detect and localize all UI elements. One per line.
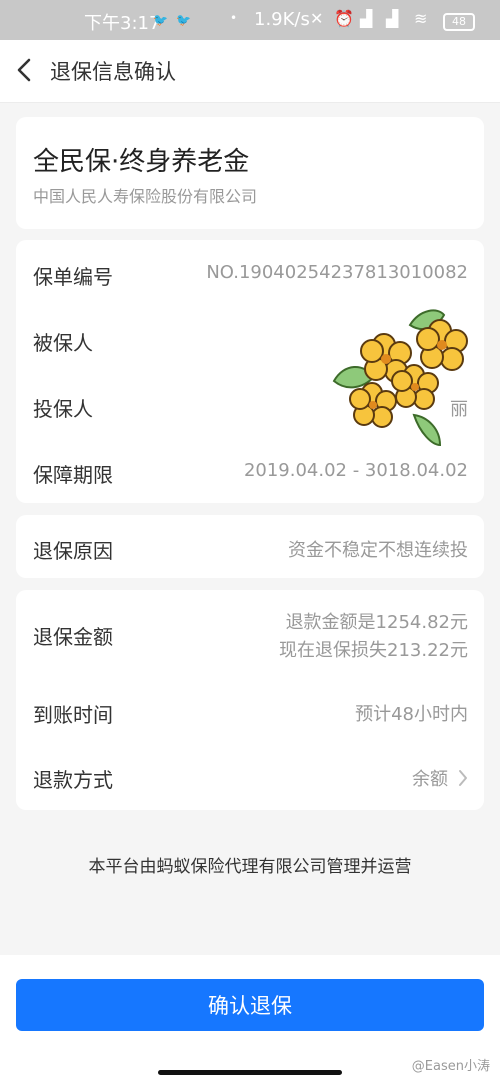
surrender-reason-label: 退保原因 xyxy=(33,539,113,563)
flower-icon xyxy=(349,319,468,428)
refund-card: 退保金额 退款金额是1254.82元 现在退保损失213.22元 到账时间 预计… xyxy=(16,590,484,810)
confirm-surrender-button[interactable]: 确认退保 xyxy=(16,979,484,1031)
insured-label: 被保人 xyxy=(33,331,93,355)
chevron-right-icon xyxy=(458,769,468,792)
mute-icon: ✕ xyxy=(310,9,324,28)
arrival-time-value: 预计48小时内 xyxy=(355,704,468,725)
insurer-name: 中国人民人寿保险股份有限公司 xyxy=(33,187,258,206)
alarm-icon: ⏰ xyxy=(334,9,354,28)
wifi-icon: ≋ xyxy=(414,9,428,28)
bottom-bar: 确认退保 @Easen小涛 xyxy=(0,955,500,1083)
refund-method-value: 余额 xyxy=(412,769,448,790)
signal-hd-icon: ▟ xyxy=(360,9,373,28)
arrival-time-label: 到账时间 xyxy=(33,703,113,727)
battery-icon: 48 xyxy=(443,13,475,31)
surrender-amount-label: 退保金额 xyxy=(33,625,113,649)
product-name: 全民保·终身养老金 xyxy=(33,147,250,177)
dot-icon: • xyxy=(230,11,238,25)
nav-bar: 退保信息确认 xyxy=(0,40,500,103)
policy-number-value: NO.19040254237813010082 xyxy=(206,262,468,283)
refund-amount-text: 退款金额是1254.82元 xyxy=(285,612,468,633)
policy-holder-label: 投保人 xyxy=(33,397,93,421)
surrender-reason-value: 资金不稳定不想连续投 xyxy=(288,540,468,561)
refund-method-selector[interactable]: 余额 xyxy=(412,765,468,792)
refund-method-label: 退款方式 xyxy=(33,768,113,792)
chevron-left-icon[interactable] xyxy=(12,55,38,85)
flower-sticker xyxy=(332,309,468,447)
watermark: @Easen小涛 xyxy=(411,1059,490,1074)
reason-card[interactable]: 退保原因 资金不稳定不想连续投 xyxy=(16,515,484,578)
platform-note: 本平台由蚂蚁保险代理有限公司管理并运营 xyxy=(88,857,412,877)
product-card: 全民保·终身养老金 中国人民人寿保险股份有限公司 xyxy=(16,117,484,229)
bird-icon: 🐦 xyxy=(153,13,168,27)
policy-number-label: 保单编号 xyxy=(33,265,113,289)
coverage-period-value: 2019.04.02 - 3018.04.02 xyxy=(243,460,468,481)
home-indicator[interactable] xyxy=(158,1070,342,1075)
status-bar: 下午3:17 🐦 🐦 • 1.9K/s ✕ ⏰ ▟ ▟ ≋ 48 xyxy=(0,0,500,40)
coverage-period-label: 保障期限 xyxy=(33,463,113,487)
network-speed: 1.9K/s xyxy=(254,9,310,30)
loss-amount-text: 现在退保损失213.22元 xyxy=(279,640,468,661)
status-time: 下午3:17 xyxy=(84,13,161,34)
signal-hd-icon: ▟ xyxy=(386,9,399,28)
bird-icon: 🐦 xyxy=(176,13,191,27)
page-title: 退保信息确认 xyxy=(50,60,176,84)
